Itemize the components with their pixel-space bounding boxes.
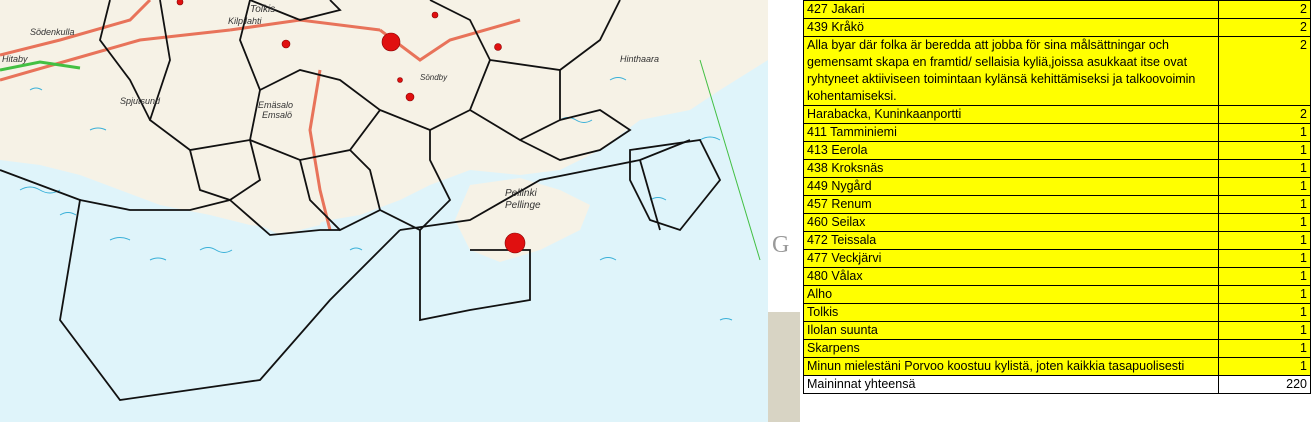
table-row: 439 Kråkö 2 [802, 18, 1311, 37]
village-name-cell: 438 Kroksnäs [802, 159, 1220, 178]
mention-count-cell: 1 [1218, 195, 1311, 214]
label-emasalo: Emäsalo [258, 100, 293, 110]
partial-slide-title: G [772, 232, 790, 258]
label-spjutsund: Spjutsund [120, 96, 161, 106]
village-name-cell: 439 Kråkö [802, 18, 1220, 37]
village-name-cell: Skarpens [802, 339, 1220, 358]
total-count-cell: 220 [1218, 375, 1311, 394]
table-row: Alla byar där folka är beredda att jobba… [802, 36, 1311, 106]
mention-count-cell: 1 [1218, 249, 1311, 268]
table-row: 411 Tamminiemi 1 [802, 123, 1311, 142]
mention-count-cell: 1 [1218, 213, 1311, 232]
slide-gap: G [768, 0, 800, 422]
village-name-cell: Alho [802, 285, 1220, 304]
mention-count-cell: 1 [1218, 159, 1311, 178]
village-name-cell: Minun mielestäni Porvoo koostuu kylistä,… [802, 357, 1220, 376]
village-name-cell: 460 Seilax [802, 213, 1220, 232]
table-row: 457 Renum 1 [802, 195, 1311, 214]
mention-count-cell: 1 [1218, 357, 1311, 376]
village-name-cell: 472 Teissala [802, 231, 1220, 250]
mention-count-cell: 1 [1218, 231, 1311, 250]
mentions-table: 427 Jakari 2 439 Kråkö 2 Alla byar där folka… [802, 0, 1311, 394]
village-name-cell: Alla byar där folka är beredda att jobba… [802, 36, 1220, 106]
village-name-cell: 411 Tamminiemi [802, 123, 1220, 142]
table-row: 438 Kroksnäs 1 [802, 159, 1311, 178]
village-name-cell: Tolkis [802, 303, 1220, 322]
village-name-cell: 477 Veckjärvi [802, 249, 1220, 268]
table-row: 472 Teissala 1 [802, 231, 1311, 250]
table-row: 413 Eerola 1 [802, 141, 1311, 160]
village-name-cell: 457 Renum [802, 195, 1220, 214]
label-sodenkulla: Södenkulla [30, 27, 75, 37]
village-name-cell: Harabacka, Kuninkaanportti [802, 105, 1220, 124]
table-row: Minun mielestäni Porvoo koostuu kylistä,… [802, 357, 1311, 376]
mention-count-cell: 2 [1218, 36, 1311, 106]
label-emsalo: Emsalö [262, 110, 292, 120]
village-name-cell: Ilolan suunta [802, 321, 1220, 340]
label-sondby: Söndby [420, 73, 448, 82]
table-row: Tolkis 1 [802, 303, 1311, 322]
village-name-cell: 480 Vålax [802, 267, 1220, 286]
label-pellinge: Pellinge [505, 200, 541, 211]
mention-count-cell: 1 [1218, 321, 1311, 340]
total-row: Maininnat yhteensä 220 [802, 375, 1311, 394]
mention-count-cell: 2 [1218, 105, 1311, 124]
village-name-cell: 427 Jakari [802, 0, 1220, 19]
table-row: 427 Jakari 2 [802, 0, 1311, 19]
table-row: Ilolan suunta 1 [802, 321, 1311, 340]
table-row: 449 Nygård 1 [802, 177, 1311, 196]
village-name-cell: 449 Nygård [802, 177, 1220, 196]
mention-count-cell: 2 [1218, 0, 1311, 19]
label-hinthaara: Hinthaara [620, 54, 659, 64]
village-map: Södenkulla Tolkis Kilpilahti Söndby Spju… [0, 0, 768, 422]
village-name-cell: 413 Eerola [802, 141, 1220, 160]
label-tolkis: Tolkis [250, 4, 275, 15]
mention-count-cell: 1 [1218, 267, 1311, 286]
mention-count-cell: 2 [1218, 18, 1311, 37]
mention-count-cell: 1 [1218, 339, 1311, 358]
label-kilpilahti: Kilpilahti [228, 16, 263, 26]
table-row: Alho 1 [802, 285, 1311, 304]
table-row: 480 Vålax 1 [802, 267, 1311, 286]
mention-count-cell: 1 [1218, 123, 1311, 142]
marker-large [504, 232, 526, 254]
total-label-cell: Maininnat yhteensä [802, 375, 1220, 394]
mention-count-cell: 1 [1218, 303, 1311, 322]
marker-large [381, 32, 401, 52]
slide-background-band [768, 312, 800, 422]
table-row: Harabacka, Kuninkaanportti 2 [802, 105, 1311, 124]
table-row: Skarpens 1 [802, 339, 1311, 358]
mention-count-cell: 1 [1218, 285, 1311, 304]
label-hitaby: Hitaby [2, 54, 28, 64]
table-row: 477 Veckjärvi 1 [802, 249, 1311, 268]
table-row: 460 Seilax 1 [802, 213, 1311, 232]
mentions-table-container: 427 Jakari 2 439 Kråkö 2 Alla byar där folka… [802, 0, 1311, 394]
label-pellinki: Pellinki [505, 188, 537, 199]
mention-count-cell: 1 [1218, 141, 1311, 160]
mention-count-cell: 1 [1218, 177, 1311, 196]
